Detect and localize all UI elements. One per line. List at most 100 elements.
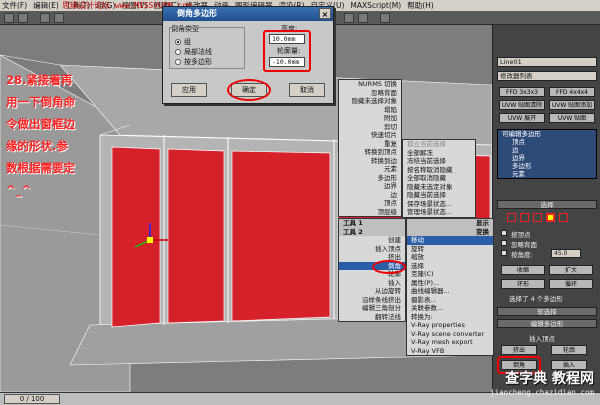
quad-menu-item[interactable]: 边	[339, 191, 401, 200]
quad-menu-item[interactable]: 转换到边	[339, 157, 401, 166]
quad-menu-item[interactable]: 按名称取消隐藏	[403, 166, 475, 175]
redo-icon[interactable]	[18, 13, 28, 23]
undo-icon[interactable]	[4, 13, 14, 23]
quad-menu-item[interactable]: 全部解冻	[403, 149, 475, 158]
quad-menu-item[interactable]: 隐藏未选择对象	[339, 97, 401, 106]
quad-menu-item[interactable]: 隐藏未选定对象	[403, 183, 475, 192]
outline-button[interactable]: 轮廓	[551, 345, 587, 355]
transform-menu-item[interactable]: V-Ray VFB	[407, 347, 493, 356]
radio-local-normal[interactable]: 局部法线	[175, 47, 212, 57]
quad-menu-item[interactable]: 冻结当前选择	[403, 157, 475, 166]
tools2-menu-item[interactable]: 创建	[339, 236, 405, 245]
border-icon[interactable]	[533, 213, 542, 222]
extrude-button[interactable]: 挤出	[501, 345, 537, 355]
time-slider[interactable]: 0 / 100	[4, 394, 60, 404]
transform-menu-item[interactable]: 旋转	[407, 245, 493, 254]
quad-menu-item[interactable]: 隐藏当前选择	[403, 191, 475, 200]
quad-menu-item[interactable]: 附加	[339, 114, 401, 123]
transform-menu-item[interactable]: V-Ray scene converter	[407, 330, 493, 339]
transform-menu-item[interactable]: 选择	[407, 262, 493, 271]
quad-menu-item[interactable]: 全部取消隐藏	[403, 174, 475, 183]
quad-menu-item[interactable]: 顶点	[339, 199, 401, 208]
dialog-titlebar[interactable]: 倒角多边形 ×	[163, 7, 333, 21]
transform-menu-item[interactable]: 关联参数...	[407, 304, 493, 313]
quad-menu-item[interactable]: 元素	[339, 165, 401, 174]
edit-polygons-rollout[interactable]: 编辑多边形	[497, 319, 597, 328]
quad-menu-item[interactable]: 顶层级	[339, 208, 401, 217]
modifier-list-dropdown[interactable]: 修改器列表	[497, 71, 597, 81]
loop-button[interactable]: 循环	[549, 279, 593, 289]
polygon-icon[interactable]	[546, 213, 555, 222]
transform-menu-item[interactable]: V-Ray mesh export	[407, 338, 493, 347]
ffd333-button[interactable]: FFD 3x3x3	[499, 87, 545, 97]
uvw-add-button[interactable]: UVW 贴图添加	[549, 100, 595, 110]
transform-menu-item[interactable]: 转换为:	[407, 313, 493, 322]
selection-rollout[interactable]: 选择	[497, 200, 597, 209]
by-vertex-checkbox[interactable]	[501, 230, 507, 236]
quad-menu-item[interactable]: 塌陷	[339, 106, 401, 115]
tools2-menu-item[interactable]: 插入	[339, 279, 405, 288]
menu-item[interactable]: 编辑(E)	[33, 0, 59, 11]
grow-button[interactable]: 扩大	[549, 265, 593, 275]
ring-button[interactable]: 环形	[501, 279, 545, 289]
quad-menu-item[interactable]: NURMS 切换	[339, 80, 401, 89]
uvw-unwrap-button[interactable]: UVW 展开	[499, 113, 545, 123]
highlight-box	[263, 30, 311, 72]
menu-item[interactable]: 帮助(H)	[407, 0, 434, 11]
quad-menu-item[interactable]: 边界	[339, 182, 401, 191]
stack-subobject-item[interactable]: 元素	[498, 170, 596, 178]
shrink-button[interactable]: 收缩	[501, 265, 545, 275]
transform-menu-item[interactable]: 缩放	[407, 253, 493, 262]
uvw-clear-button[interactable]: UVW 贴图清除	[499, 100, 545, 110]
tools2-menu-item[interactable]: 插入顶点	[339, 245, 405, 254]
apply-button[interactable]: 应用	[171, 83, 207, 97]
modifier-stack[interactable]: 可编辑多边形 顶点边边界 多边形 元素	[497, 129, 597, 179]
quad-menu-item[interactable]: 转换到顶点	[339, 148, 401, 157]
tools2-menu-item[interactable]: 沿样条线挤出	[339, 296, 405, 305]
object-name-field[interactable]: Line01	[497, 57, 597, 67]
quad-menu-item[interactable]: 多边形	[339, 174, 401, 183]
subobject-icons	[507, 213, 568, 222]
transform-menu-item[interactable]: V-Ray properties	[407, 321, 493, 330]
menu-item[interactable]: 文件(F)	[2, 0, 27, 11]
transform-menu-item[interactable]: 曲线编辑器...	[407, 287, 493, 296]
material-editor-icon[interactable]	[380, 13, 390, 23]
element-icon[interactable]	[559, 213, 568, 222]
menu-item[interactable]: MAXScript(M)	[350, 1, 401, 10]
render-setup-icon[interactable]	[344, 13, 354, 23]
stack-subobject-item[interactable]: 多边形	[498, 162, 596, 170]
tools2-menu-item[interactable]: 翻转法线	[339, 313, 405, 322]
transform-menu-item[interactable]: 移动	[407, 236, 493, 245]
cancel-button[interactable]: 取消	[289, 83, 325, 97]
tools2-menu-item[interactable]: 从边旋转	[339, 287, 405, 296]
angle-spinner[interactable]: 45.0	[551, 249, 581, 258]
quad-menu-item[interactable]: 管理场景状态...	[403, 208, 475, 217]
stack-subobject-item[interactable]: 顶点	[498, 138, 596, 146]
render-icon[interactable]	[358, 13, 368, 23]
quad-menu-item[interactable]: 剪切	[339, 123, 401, 132]
quad-menu-item[interactable]: 快速切片	[339, 131, 401, 140]
soft-selection-rollout[interactable]: 软选择	[497, 307, 597, 316]
stack-subobject-item[interactable]: 边	[498, 146, 596, 154]
stack-root[interactable]: 可编辑多边形	[498, 130, 596, 138]
transform-menu-item[interactable]: 克隆(C)	[407, 270, 493, 279]
edge-icon[interactable]	[520, 213, 529, 222]
quad-menu-item[interactable]: 重复	[339, 140, 401, 149]
by-angle-checkbox[interactable]	[501, 250, 507, 256]
quad-menu-item[interactable]: 保存场景状态...	[403, 200, 475, 209]
stack-subobject-item[interactable]: 边界	[498, 154, 596, 162]
tools2-menu-item[interactable]: 编辑三角剖分	[339, 304, 405, 313]
quad-menu-item[interactable]: 忽略背面	[339, 89, 401, 98]
radio-by-polygon[interactable]: 按多边形	[175, 57, 212, 67]
ffd444-button[interactable]: FFD 4x4x4	[549, 87, 595, 97]
select-icon[interactable]	[40, 13, 50, 23]
radio-group[interactable]: 组	[175, 37, 191, 47]
transform-menu-item[interactable]: 属性(P)...	[407, 279, 493, 288]
insert-vertex-label[interactable]: 插入顶点	[529, 333, 555, 343]
transform-menu-item[interactable]: 摄影表...	[407, 296, 493, 305]
vertex-icon[interactable]	[507, 213, 516, 222]
close-icon[interactable]: ×	[319, 8, 331, 19]
move-icon[interactable]	[54, 13, 64, 23]
ignore-backface-checkbox[interactable]	[501, 240, 507, 246]
uvw-map-button[interactable]: UVW 贴图	[549, 113, 595, 123]
